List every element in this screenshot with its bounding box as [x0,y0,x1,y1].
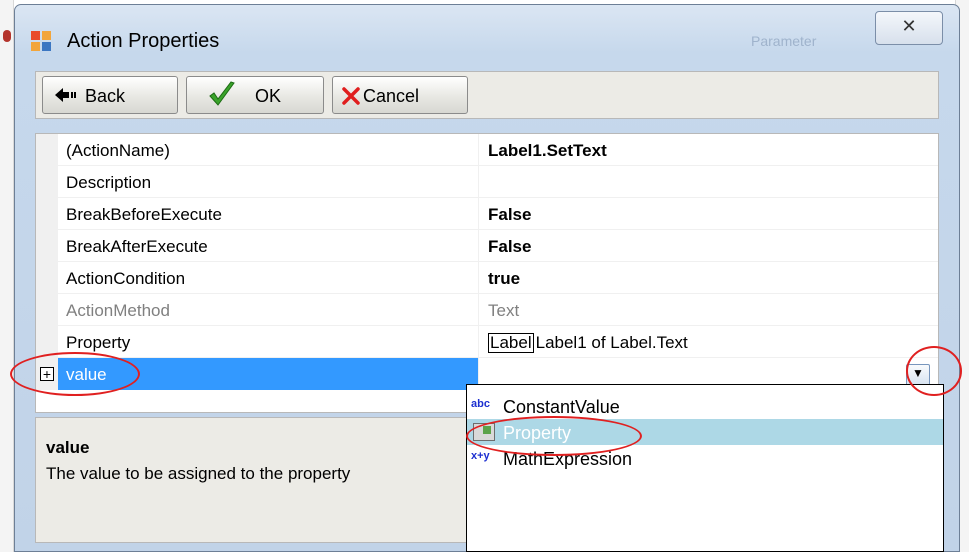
background-left-edge [0,0,14,552]
back-button[interactable]: Back [42,76,178,114]
toolbar: Back OK Cancel [35,71,939,119]
property-name: ActionMethod [66,301,170,320]
property-name: Property [66,333,131,352]
cancel-x-icon [342,87,360,105]
property-row-description[interactable]: Description [36,166,938,198]
property-value-text: Label1 of Label.Text [535,333,688,352]
property-name: (ActionName) [66,141,170,160]
property-row-breakbeforeexecute[interactable]: BreakBeforeExecute False [36,198,938,230]
property-grid: (ActionName) Label1.SetText Description … [35,133,939,413]
close-icon: ✕ [901,16,917,36]
property-value[interactable]: False [488,237,531,257]
cancel-label: Cancel [363,86,420,106]
description-panel: value The value to be assigned to the pr… [35,417,477,543]
ok-label: OK [255,86,282,106]
description-text: The value to be assigned to the property [46,464,351,483]
property-name: BreakBeforeExecute [66,205,222,224]
background-icon [3,30,11,42]
property-value[interactable]: Label1.SetText [488,141,607,161]
annotation-ellipse-value [10,352,140,396]
back-label: Back [85,86,126,106]
checkmark-icon [209,81,235,106]
property-value: Text [488,301,520,320]
ok-button[interactable]: OK [186,76,324,114]
annotation-ellipse-dropdown [906,346,962,396]
cancel-button[interactable]: Cancel [332,76,468,114]
abc-icon: abc [471,398,490,410]
property-value[interactable]: true [488,269,520,289]
math-expression-icon: x+y [471,450,490,462]
label-control-icon: Label [488,333,534,353]
back-arrow-icon [55,88,76,102]
app-icon [31,31,53,51]
option-constantvalue[interactable]: abc ConstantValue [467,393,943,419]
property-row-property[interactable]: Property Label Label1 of Label.Text [36,326,938,358]
background-window-title: Parameter [751,33,817,49]
property-value[interactable]: False [488,205,531,225]
option-label: ConstantValue [503,397,620,417]
annotation-ellipse-property [466,416,642,456]
title-bar[interactable]: Action Properties Parameter ✕ [15,5,959,63]
property-row-actioncondition[interactable]: ActionCondition true [36,262,938,294]
property-row-actionname[interactable]: (ActionName) Label1.SetText [36,134,938,166]
property-name: Description [66,173,152,192]
property-row-actionmethod[interactable]: ActionMethod Text [36,294,938,326]
window-title: Action Properties [67,30,220,52]
property-name: ActionCondition [66,269,186,288]
close-button[interactable]: ✕ [875,11,943,45]
property-row-breakafterexecute[interactable]: BreakAfterExecute False [36,230,938,262]
description-title: value [46,438,90,457]
value-type-dropdown-list[interactable]: abc ConstantValue Property x+y MathExpre… [466,384,944,552]
property-value[interactable]: Label Label1 of Label.Text [488,333,688,353]
property-name: BreakAfterExecute [66,237,208,256]
